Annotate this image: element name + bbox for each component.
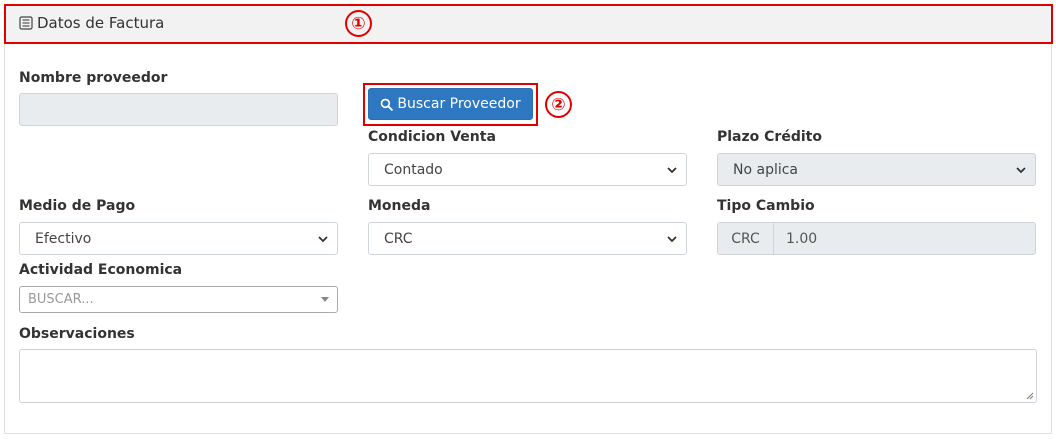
annotation-marker-1: ① <box>345 10 372 37</box>
condicion-venta-select[interactable]: Contado <box>368 153 687 186</box>
nombre-proveedor-input[interactable] <box>19 93 338 126</box>
chevron-down-icon <box>1016 167 1026 174</box>
card-header: Datos de Factura <box>5 5 1051 43</box>
buscar-proveedor-label: Buscar Proveedor <box>397 96 521 112</box>
card-title-text: Datos de Factura <box>37 14 165 32</box>
medio-pago-select[interactable]: Efectivo <box>19 222 338 255</box>
tipo-cambio-input[interactable]: 1.00 <box>774 223 1035 254</box>
chevron-down-icon <box>318 236 328 243</box>
condicion-venta-label: Condicion Venta <box>368 129 496 145</box>
moneda-select[interactable]: CRC <box>368 222 687 255</box>
plazo-credito-select[interactable]: No aplica <box>717 153 1036 186</box>
actividad-economica-placeholder: BUSCAR... <box>28 292 94 307</box>
tipo-cambio-label: Tipo Cambio <box>717 198 815 214</box>
condicion-venta-value: Contado <box>384 161 443 178</box>
chevron-down-icon <box>667 167 677 174</box>
nombre-proveedor-label: Nombre proveedor <box>19 70 168 86</box>
resize-handle-icon[interactable] <box>1026 392 1034 400</box>
buscar-proveedor-button[interactable]: Buscar Proveedor <box>368 88 533 120</box>
tipo-cambio-group: CRC 1.00 <box>717 222 1036 255</box>
moneda-value: CRC <box>384 230 413 247</box>
observaciones-textarea[interactable] <box>19 349 1037 403</box>
actividad-economica-label: Actividad Economica <box>19 262 183 278</box>
medio-pago-label: Medio de Pago <box>19 198 136 214</box>
observaciones-label: Observaciones <box>19 326 135 342</box>
annotation-marker-2: ② <box>545 91 572 118</box>
card-title: Datos de Factura <box>19 14 164 32</box>
medio-pago-value: Efectivo <box>35 230 92 247</box>
search-icon <box>381 98 394 111</box>
chevron-down-icon <box>667 236 677 243</box>
caret-down-icon <box>321 297 329 302</box>
tipo-cambio-currency: CRC <box>718 223 774 254</box>
moneda-label: Moneda <box>368 198 431 214</box>
plazo-credito-value: No aplica <box>733 161 799 178</box>
plazo-credito-label: Plazo Crédito <box>717 129 822 145</box>
list-icon <box>19 16 33 30</box>
actividad-economica-select[interactable]: BUSCAR... <box>19 286 338 313</box>
